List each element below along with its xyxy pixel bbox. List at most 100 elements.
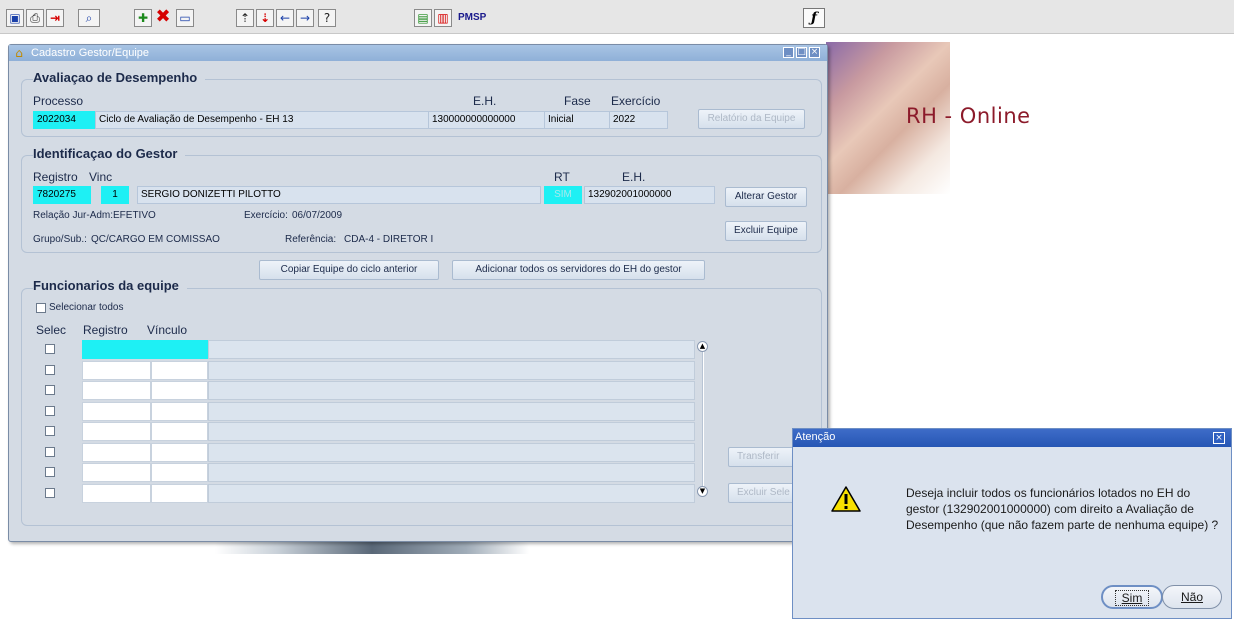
gestor-eh-field[interactable]: 132902001000000	[584, 186, 715, 204]
print-icon[interactable]: ⎙	[26, 9, 44, 27]
next-icon[interactable]: →	[296, 9, 314, 27]
relacao-label: Relação Jur-Adm:	[33, 210, 114, 221]
row-select-checkbox[interactable]	[45, 488, 55, 498]
table-row[interactable]	[208, 443, 695, 462]
vinc-field[interactable]: 1	[101, 186, 129, 204]
table-row[interactable]	[208, 381, 695, 400]
maximize-icon[interactable]: □	[796, 47, 807, 58]
table-row[interactable]	[208, 484, 695, 503]
exercicio-field[interactable]: 2022	[609, 111, 668, 129]
alterar-gestor-button[interactable]: Alterar Gestor	[725, 187, 807, 207]
relacao-value: EFETIVO	[113, 210, 156, 221]
prev-icon[interactable]: ←	[276, 9, 294, 27]
minimize-icon[interactable]: _	[783, 47, 794, 58]
table-row[interactable]	[208, 340, 695, 359]
registro-cell[interactable]	[82, 361, 151, 380]
vinculo-cell[interactable]	[151, 340, 208, 359]
col-vinculo-header: Vínculo	[147, 323, 188, 337]
nao-button[interactable]: Não	[1162, 585, 1222, 609]
help-icon[interactable]: ?	[318, 9, 336, 27]
toolbar: ▣ ⎙ ⇥ ⌕ ✚ ✖ ▭ ⇡ ⇣ ← → ? ▤ ▥ PMSP ƒ	[0, 0, 1234, 34]
gestor-exercicio-value: 06/07/2009	[292, 210, 343, 221]
scroll-down-icon[interactable]: ▼	[697, 486, 708, 497]
avaliacao-title: Avaliaçao de Desempenho	[33, 70, 206, 85]
registro-cell[interactable]	[82, 463, 151, 482]
registro-field[interactable]: 7820275	[33, 186, 91, 204]
main-titlebar[interactable]: ⌂ Cadastro Gestor/Equipe _ □ ×	[9, 45, 827, 61]
registro-cell[interactable]	[82, 402, 151, 421]
delete-icon[interactable]: ✖	[154, 8, 172, 27]
row-select-checkbox[interactable]	[45, 447, 55, 457]
new-record-icon[interactable]: ✚	[134, 9, 152, 27]
table-row[interactable]	[208, 361, 695, 380]
processo-label: Processo	[33, 94, 84, 108]
function-icon[interactable]: ƒ	[803, 8, 825, 28]
vinculo-cell[interactable]	[151, 402, 208, 421]
row-select-checkbox[interactable]	[45, 406, 55, 416]
vinculo-cell[interactable]	[151, 484, 208, 503]
window-title: Cadastro Gestor/Equipe	[31, 47, 150, 59]
row-select-checkbox[interactable]	[45, 467, 55, 477]
relatorio-equipe-button[interactable]: Relatório da Equipe	[698, 109, 805, 129]
selecionar-todos-label: Selecionar todos	[49, 302, 124, 313]
eh-field[interactable]: 130000000000000	[428, 111, 545, 129]
excluir-equipe-button[interactable]: Excluir Equipe	[725, 221, 807, 241]
vinculo-cell[interactable]	[151, 361, 208, 380]
row-select-checkbox[interactable]	[45, 365, 55, 375]
fase-field[interactable]: Inicial	[544, 111, 610, 129]
adicionar-todos-button[interactable]: Adicionar todos os servidores do EH do g…	[452, 260, 705, 280]
sim-button[interactable]: Sim	[1101, 585, 1163, 609]
fase-label: Fase	[564, 94, 591, 108]
menu-icon[interactable]: ▤	[414, 9, 432, 27]
registro-cell[interactable]	[82, 340, 151, 359]
rt-field[interactable]: SIM	[544, 186, 582, 204]
funcionarios-title: Funcionarios da equipe	[33, 278, 187, 293]
row-select-checkbox[interactable]	[45, 344, 55, 354]
row-select-checkbox[interactable]	[45, 385, 55, 395]
close-icon[interactable]: ×	[809, 47, 820, 58]
grid-scrollbar-track[interactable]	[702, 345, 704, 491]
processo-field[interactable]: 2022034	[33, 111, 96, 129]
exit-icon[interactable]: ⇥	[46, 9, 64, 27]
registro-cell[interactable]	[82, 484, 151, 503]
vinc-label: Vinc	[89, 170, 113, 184]
vinculo-cell[interactable]	[151, 381, 208, 400]
vinculo-cell[interactable]	[151, 463, 208, 482]
col-selec-header: Selec	[36, 323, 67, 337]
gestor-title: Identificaçao do Gestor	[33, 146, 186, 161]
window-icon[interactable]: ▥	[434, 9, 452, 27]
main-window: ⌂ Cadastro Gestor/Equipe _ □ × Avaliaçao…	[8, 44, 828, 542]
rt-label: RT	[554, 170, 570, 184]
vinculo-cell[interactable]	[151, 422, 208, 441]
referencia-label: Referência:	[285, 234, 337, 245]
vinculo-cell[interactable]	[151, 443, 208, 462]
dialog-message: Deseja incluir todos os funcionários lot…	[906, 486, 1219, 532]
close-icon[interactable]: ×	[1213, 432, 1225, 444]
atencao-dialog: Atenção × Deseja incluir todos os funcio…	[792, 428, 1232, 619]
clear-icon[interactable]: ▭	[176, 9, 194, 27]
table-row[interactable]	[208, 402, 695, 421]
nome-field[interactable]: SERGIO DONIZETTI PILOTTO	[137, 186, 541, 204]
nao-button-label: Não	[1180, 590, 1203, 604]
app-icon: ⌂	[15, 46, 23, 60]
selecionar-todos-checkbox[interactable]	[36, 303, 46, 313]
table-row[interactable]	[208, 463, 695, 482]
dialog-titlebar[interactable]: Atenção ×	[793, 429, 1231, 447]
query-icon[interactable]: ⌕	[78, 9, 100, 27]
registro-cell[interactable]	[82, 422, 151, 441]
last-icon[interactable]: ⇣	[256, 9, 274, 27]
row-select-checkbox[interactable]	[45, 426, 55, 436]
scroll-up-icon[interactable]: ▲	[697, 341, 708, 352]
org-label: PMSP	[458, 12, 487, 23]
registro-cell[interactable]	[82, 381, 151, 400]
dialog-title: Atenção	[795, 431, 836, 443]
warning-icon	[831, 486, 861, 512]
registro-cell[interactable]	[82, 443, 151, 462]
ciclo-field[interactable]: Ciclo de Avaliação de Desempenho - EH 13	[95, 111, 429, 129]
table-row[interactable]	[208, 422, 695, 441]
first-icon[interactable]: ⇡	[236, 9, 254, 27]
copiar-equipe-button[interactable]: Copiar Equipe do ciclo anterior	[259, 260, 439, 280]
background-image	[215, 540, 529, 554]
save-icon[interactable]: ▣	[6, 9, 24, 27]
gestor-exercicio-label: Exercício:	[244, 210, 288, 221]
